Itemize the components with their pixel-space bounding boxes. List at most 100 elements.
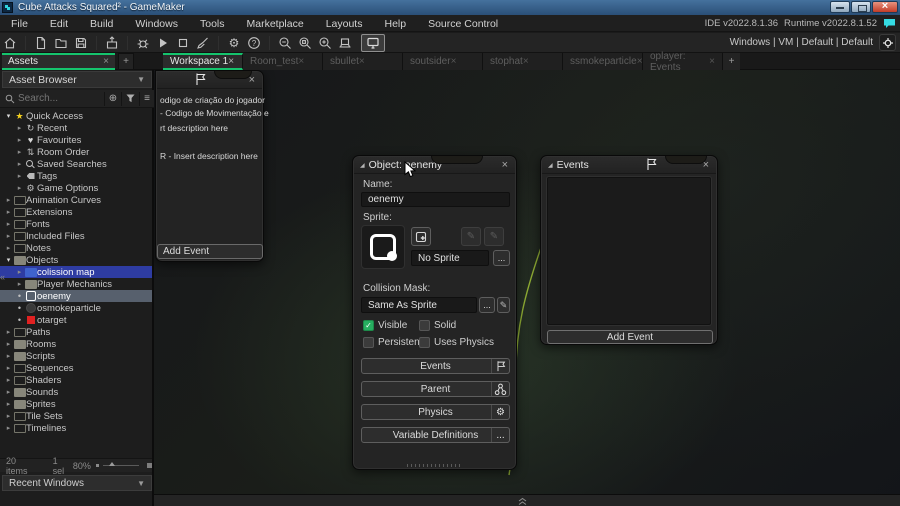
- resize-grip[interactable]: [406, 464, 463, 467]
- asset-tree-item-tile-sets[interactable]: Tile Sets: [0, 410, 152, 422]
- asset-tree-item-animation-curves[interactable]: Animation Curves: [0, 194, 152, 206]
- menu-help[interactable]: Help: [373, 18, 417, 30]
- expand-arrow-icon[interactable]: [4, 376, 13, 384]
- tab-oplayer-events[interactable]: oplayer: Events ×: [643, 51, 723, 73]
- expand-arrow-icon[interactable]: [15, 136, 24, 144]
- menu-file[interactable]: File: [0, 18, 39, 30]
- tab-stophat[interactable]: stophat ×: [483, 53, 563, 70]
- new-project-icon[interactable]: [32, 35, 50, 51]
- tab-sbullet[interactable]: sbullet ×: [323, 53, 403, 70]
- asset-tree-item-osmokeparticle[interactable]: osmokeparticle: [0, 302, 152, 314]
- expand-arrow-icon[interactable]: [4, 208, 13, 216]
- tab-workspace-1[interactable]: Workspace 1 ×: [163, 53, 243, 70]
- checkbox-visible[interactable]: ✓: [363, 320, 374, 331]
- recent-windows-dropdown[interactable]: Recent Windows ▼: [2, 475, 152, 491]
- collapse-handle-icon[interactable]: [517, 497, 528, 506]
- events-window[interactable]: ◢ Events × Add Event: [540, 155, 718, 345]
- grid-view-icon[interactable]: [147, 463, 152, 468]
- expand-arrow-icon[interactable]: [4, 328, 13, 336]
- asset-browser-dropdown[interactable]: Asset Browser ▼: [2, 71, 152, 88]
- menu-windows[interactable]: Windows: [124, 18, 189, 30]
- laptop-icon[interactable]: [336, 35, 354, 51]
- asset-tree-item-quick-access[interactable]: Quick Access: [0, 110, 152, 122]
- asset-tree-item-included-files[interactable]: Included Files: [0, 230, 152, 242]
- player-events-window[interactable]: × odigo de criação do jogador - Codigo d…: [155, 70, 269, 262]
- menu-edit[interactable]: Edit: [39, 18, 79, 30]
- collapse-triangle-icon[interactable]: ◢: [548, 162, 553, 169]
- physics-button[interactable]: Physics ⚙: [361, 404, 510, 420]
- collision-mask-select[interactable]: Same As Sprite: [361, 297, 477, 313]
- menu-layouts[interactable]: Layouts: [315, 18, 374, 30]
- zoom-out-icon[interactable]: [276, 35, 294, 51]
- expand-arrow-icon[interactable]: [4, 364, 13, 372]
- expand-arrow-icon[interactable]: [4, 424, 13, 432]
- parent-button[interactable]: Parent: [361, 381, 510, 397]
- settings-gear-icon[interactable]: ⚙: [225, 35, 243, 51]
- slider-handle[interactable]: [108, 462, 115, 466]
- open-project-icon[interactable]: [52, 35, 70, 51]
- tab-close-icon[interactable]: ×: [709, 56, 715, 67]
- asset-tree-item-notes[interactable]: Notes: [0, 242, 152, 254]
- home-icon[interactable]: [1, 35, 19, 51]
- tab-room-test[interactable]: Room_test ×: [243, 53, 323, 70]
- close-window-icon[interactable]: ×: [502, 159, 508, 171]
- expand-arrow-icon[interactable]: [4, 388, 13, 396]
- debug-icon[interactable]: [134, 35, 152, 51]
- help-icon[interactable]: ?: [245, 35, 263, 51]
- asset-tree-item-tags[interactable]: Tags: [0, 170, 152, 182]
- asset-tree-item-colission-map[interactable]: colission map: [0, 266, 152, 278]
- add-event-button[interactable]: Add Event: [157, 244, 263, 259]
- asset-tree-item-objects[interactable]: Objects: [0, 254, 152, 266]
- asset-tree-item-room-order[interactable]: Room Order: [0, 146, 152, 158]
- panel-collapse-chevron[interactable]: «: [0, 272, 5, 282]
- tab-close-icon[interactable]: ×: [228, 56, 234, 67]
- asset-tree-item-sounds[interactable]: Sounds: [0, 386, 152, 398]
- filter-icon[interactable]: [121, 91, 139, 106]
- tab-close-icon[interactable]: ×: [523, 56, 529, 67]
- tab-soutsider[interactable]: soutsider ×: [403, 53, 483, 70]
- zoom-in-icon[interactable]: [316, 35, 334, 51]
- menu-hamburger-icon[interactable]: ≡: [139, 91, 154, 106]
- workspace-bottom-scrollbar[interactable]: [154, 494, 900, 506]
- expand-arrow-icon[interactable]: [15, 124, 24, 132]
- create-executable-icon[interactable]: [103, 35, 121, 51]
- monitor-button[interactable]: [361, 33, 385, 52]
- asset-tree-item-oenemy[interactable]: oenemy: [0, 290, 152, 302]
- events-button[interactable]: Events: [361, 358, 510, 374]
- expand-arrow-icon[interactable]: [4, 352, 13, 360]
- variable-definitions-button[interactable]: Variable Definitions...: [361, 427, 510, 443]
- checkbox-solid[interactable]: [419, 320, 430, 331]
- checkbox-uses-physics[interactable]: [419, 337, 430, 348]
- asset-tree-item-favourites[interactable]: Favourites: [0, 134, 152, 146]
- asset-tree-item-paths[interactable]: Paths: [0, 326, 152, 338]
- minimize-button[interactable]: [830, 1, 850, 13]
- asset-tree-item-sprites[interactable]: Sprites: [0, 398, 152, 410]
- expand-arrow-icon[interactable]: [4, 412, 13, 420]
- asset-tree-item-sequences[interactable]: Sequences: [0, 362, 152, 374]
- asset-tree-item-fonts[interactable]: Fonts: [0, 218, 152, 230]
- edit-image-button[interactable]: ✎: [484, 227, 504, 246]
- asset-tree-item-recent[interactable]: Recent: [0, 122, 152, 134]
- sprite-more-button[interactable]: ...: [493, 250, 510, 266]
- maximize-button[interactable]: [851, 1, 871, 13]
- expand-arrow-icon[interactable]: [4, 232, 13, 240]
- tab-close-icon[interactable]: ×: [359, 56, 365, 67]
- expand-arrow-icon[interactable]: [15, 184, 24, 192]
- asset-tree-item-game-options[interactable]: Game Options: [0, 182, 152, 194]
- menu-tools[interactable]: Tools: [189, 18, 236, 30]
- run-icon[interactable]: [154, 35, 172, 51]
- add-asset-icon[interactable]: ⊕: [103, 91, 121, 106]
- stop-icon[interactable]: [174, 35, 192, 51]
- tab-close-icon[interactable]: ×: [637, 56, 643, 67]
- zoom-reset-icon[interactable]: [296, 35, 314, 51]
- expand-arrow-icon[interactable]: [4, 220, 13, 228]
- save-project-icon[interactable]: [72, 35, 90, 51]
- tab-assets[interactable]: Assets ×: [2, 53, 115, 70]
- build-target-text[interactable]: Windows | VM | Default | Default: [730, 37, 873, 48]
- sprite-preview-button[interactable]: [361, 225, 405, 269]
- menu-marketplace[interactable]: Marketplace: [236, 18, 315, 30]
- search-input[interactable]: Search...: [18, 93, 104, 104]
- asset-tree-item-timelines[interactable]: Timelines: [0, 422, 152, 434]
- menu-source-control[interactable]: Source Control: [417, 18, 509, 30]
- collision-more-button[interactable]: ...: [479, 297, 495, 313]
